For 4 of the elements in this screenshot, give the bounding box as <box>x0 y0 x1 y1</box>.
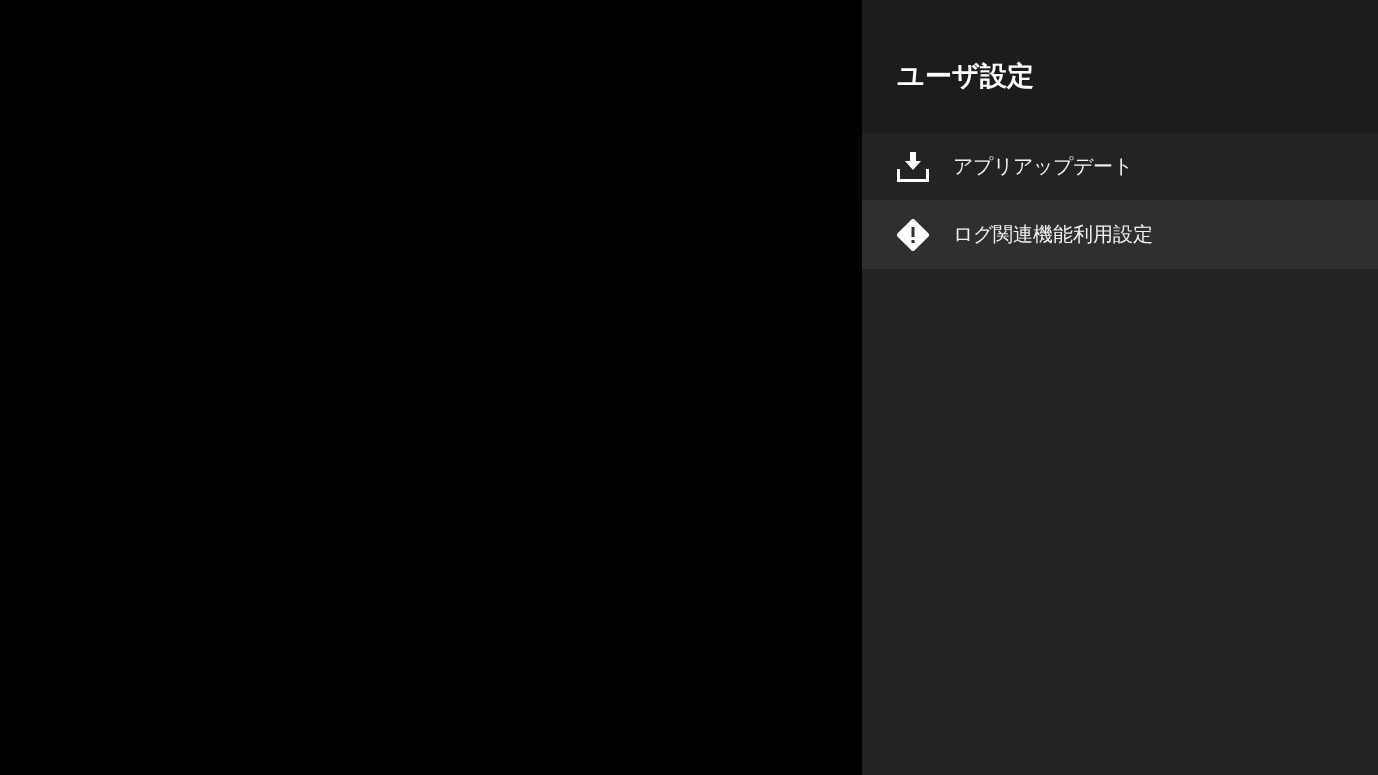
download-icon <box>897 150 929 183</box>
panel-title: ユーザ設定 <box>897 58 1034 93</box>
warning-icon <box>897 218 929 251</box>
menu-item[interactable]: ログ関連機能利用設定 <box>862 200 1378 269</box>
